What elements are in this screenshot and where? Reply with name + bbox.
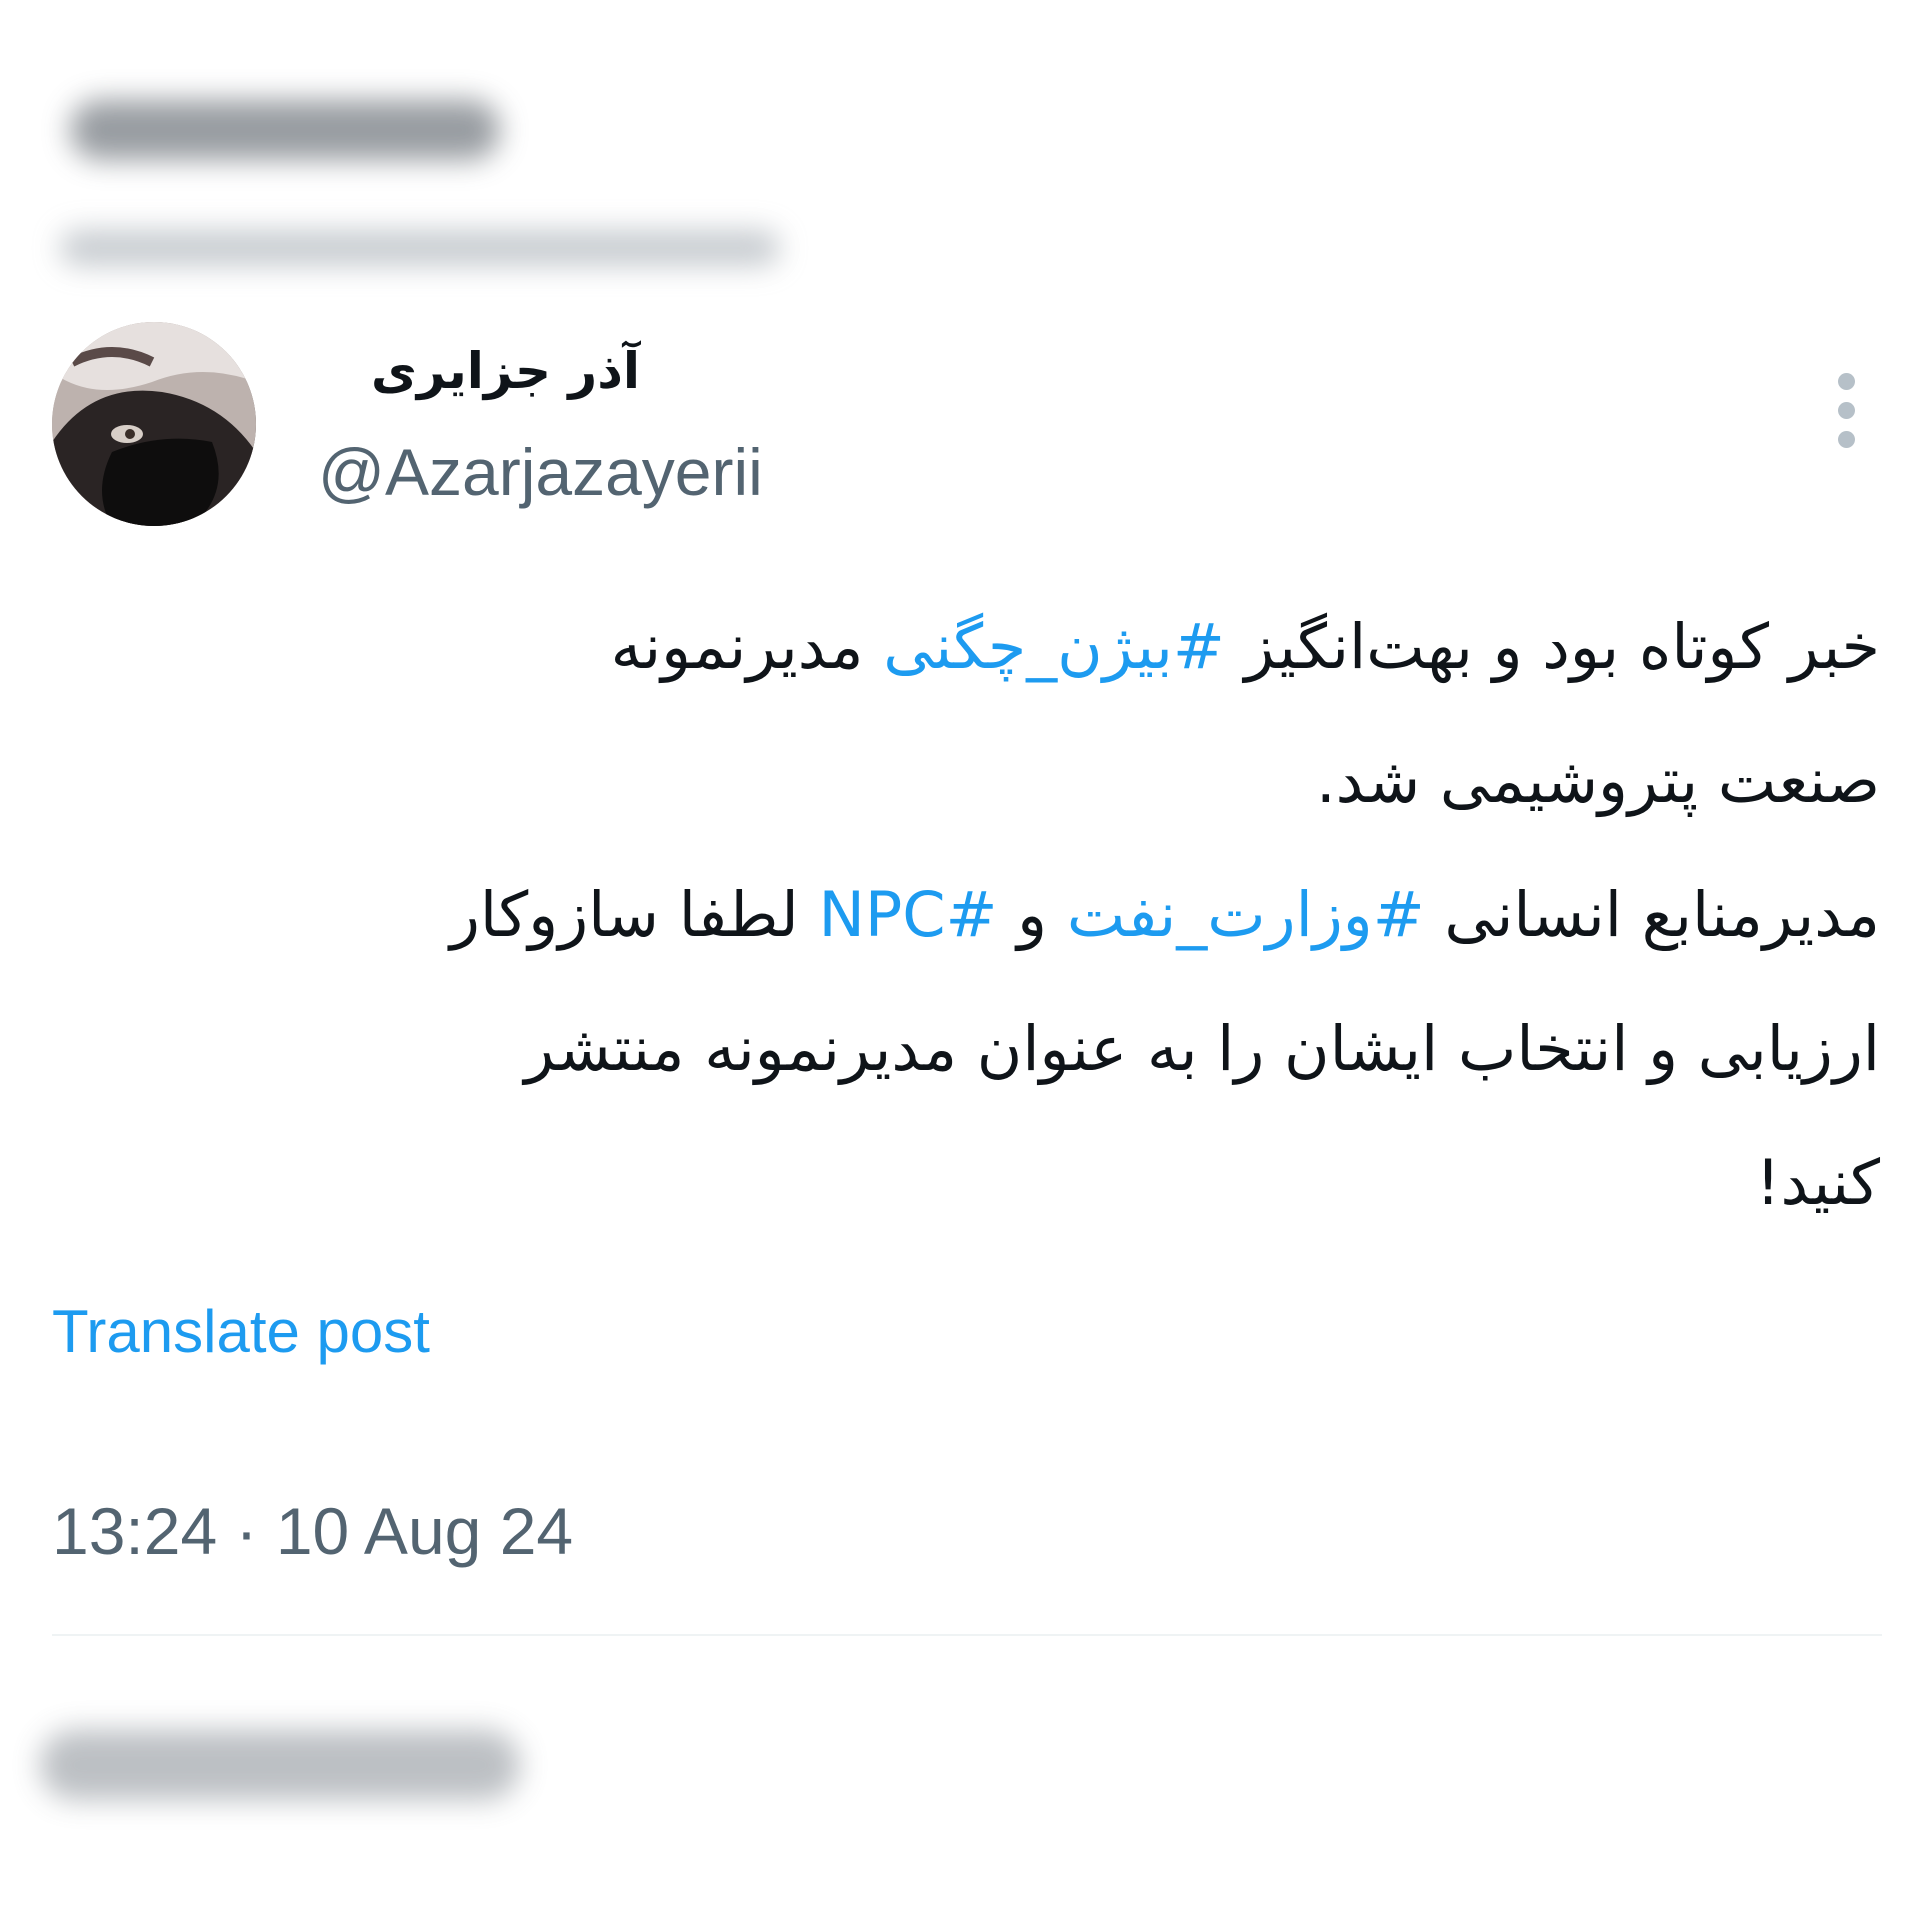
more-vertical-icon-dot bbox=[1837, 401, 1855, 419]
more-options-button[interactable] bbox=[1820, 360, 1872, 460]
author-handle[interactable]: @Azarjazayerii bbox=[318, 432, 763, 512]
tweet-text: خبر کوتاه بود و بهت‌انگیز #بیژن_چگنی مدی… bbox=[60, 580, 1880, 1250]
tweet-line: کنید! bbox=[60, 1116, 1880, 1250]
hashtag-link[interactable]: #وزارت_نفت bbox=[1067, 878, 1425, 951]
tweet-line: ارزیابی و انتخاب ایشان را به عنوان مدیرن… bbox=[60, 982, 1880, 1116]
blurred-text-block bbox=[40, 1730, 520, 1800]
tweet-line: صنعت پتروشیمی شد. bbox=[60, 714, 1880, 848]
tweet-text-segment: خبر کوتاه بود و بهت‌انگیز bbox=[1224, 610, 1880, 683]
tweet-text-segment: ارزیابی و انتخاب ایشان را به عنوان مدیرن… bbox=[524, 1012, 1880, 1085]
tweet-text-segment: کنید! bbox=[1755, 1146, 1880, 1219]
blurred-following-content bbox=[30, 1690, 550, 1840]
tweet-text-segment: لطفا سازوکار bbox=[449, 878, 819, 951]
avatar[interactable] bbox=[52, 322, 256, 526]
tweet-line: مدیرمنابع انسانی #وزارت_نفت و #NPC لطفا … bbox=[60, 848, 1880, 982]
more-vertical-icon-dot bbox=[1837, 430, 1855, 448]
avatar-image bbox=[52, 322, 256, 526]
author-display-name[interactable]: آذر جزایری bbox=[300, 336, 640, 406]
hashtag-link[interactable]: #NPC bbox=[818, 878, 997, 951]
more-vertical-icon bbox=[1837, 372, 1855, 390]
blurred-text-block bbox=[70, 100, 500, 160]
translate-post-link[interactable]: Translate post bbox=[52, 1292, 430, 1372]
blurred-previous-content bbox=[40, 40, 800, 280]
tweet-text-segment: صنعت پتروشیمی شد. bbox=[1315, 744, 1880, 817]
tweet-line: خبر کوتاه بود و بهت‌انگیز #بیژن_چگنی مدی… bbox=[60, 580, 1880, 714]
blurred-text-block bbox=[60, 230, 780, 266]
hashtag-link[interactable]: #بیژن_چگنی bbox=[883, 610, 1225, 683]
tweet-timestamp[interactable]: 13:24 · 10 Aug 24 bbox=[52, 1488, 573, 1574]
tweet-text-segment: مدیرنمونه bbox=[610, 610, 884, 683]
tweet-text-segment: مدیرمنابع انسانی bbox=[1424, 878, 1880, 951]
tweet-text-segment: و bbox=[997, 878, 1067, 951]
divider bbox=[52, 1634, 1882, 1636]
